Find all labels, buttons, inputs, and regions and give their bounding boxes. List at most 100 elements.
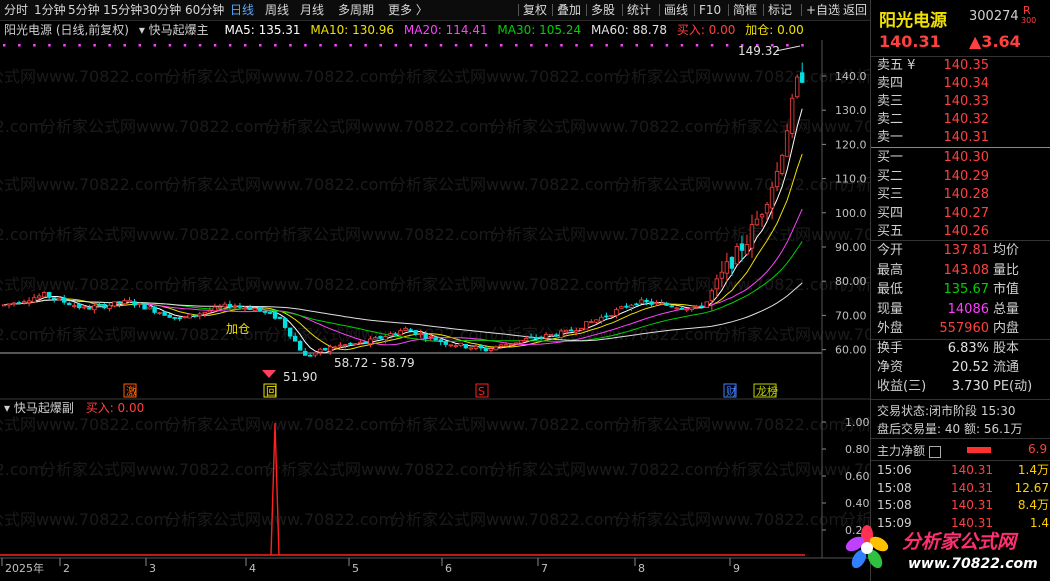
candle-body[interactable] (102, 303, 107, 309)
candle-body[interactable] (468, 347, 474, 350)
candle-body[interactable] (363, 341, 368, 344)
candle-body[interactable] (488, 348, 494, 351)
candle-body[interactable] (443, 340, 448, 345)
candle-body[interactable] (704, 301, 709, 308)
event-badge-long[interactable]: 龙榜 (756, 384, 778, 398)
candle-body[interactable] (378, 336, 383, 339)
candle-body[interactable] (699, 305, 704, 308)
candle-body[interactable] (297, 341, 303, 351)
candle-body[interactable] (107, 304, 112, 310)
candle-body[interactable] (62, 297, 67, 303)
candle-body[interactable] (554, 334, 559, 337)
candle-body[interactable] (508, 343, 514, 346)
candle-body[interactable] (338, 344, 343, 347)
candle-body[interactable] (654, 302, 659, 305)
candle-body[interactable] (282, 318, 288, 328)
candle-body[interactable] (227, 303, 233, 308)
candle-body[interactable] (343, 344, 348, 347)
candle-body[interactable] (689, 307, 694, 310)
candle-body[interactable] (538, 336, 544, 339)
candle-body[interactable] (453, 345, 458, 348)
candle-body[interactable] (242, 307, 248, 310)
candle-body[interactable] (67, 302, 72, 306)
bid-row[interactable]: 买一 140.30 (877, 149, 1047, 167)
candle-body[interactable] (122, 300, 127, 305)
candle-body[interactable] (97, 304, 102, 306)
candle-body[interactable] (784, 130, 790, 157)
candle-body[interactable] (518, 339, 524, 344)
candle-body[interactable] (498, 344, 504, 347)
candle-body[interactable] (709, 290, 715, 301)
candle-body[interactable] (599, 316, 604, 322)
candle-body[interactable] (669, 305, 674, 308)
candle-body[interactable] (31, 297, 37, 303)
bid-row[interactable]: 买五 140.26 (877, 223, 1047, 241)
candle-body[interactable] (634, 303, 639, 306)
candle-body[interactable] (463, 344, 469, 349)
table-icon[interactable] (928, 445, 941, 458)
candle-body[interactable] (574, 330, 579, 333)
candle-body[interactable] (644, 300, 649, 303)
candle-body[interactable] (132, 301, 137, 306)
candle-body[interactable] (543, 334, 549, 339)
candle-body[interactable] (659, 302, 664, 305)
candle-body[interactable] (328, 346, 333, 352)
ask-row[interactable]: 卖四 140.34 (877, 75, 1047, 93)
candle-body[interactable] (754, 218, 760, 226)
candle-body[interactable] (744, 244, 750, 255)
ask-row[interactable]: 卖三 140.33 (877, 93, 1047, 111)
candle-body[interactable] (604, 315, 609, 318)
candle-body[interactable] (192, 314, 197, 317)
candle-body[interactable] (6, 303, 12, 306)
candle-body[interactable] (533, 337, 539, 340)
candle-body[interactable] (614, 309, 619, 316)
candle-body[interactable] (428, 336, 433, 338)
ask-row[interactable]: 卖二 140.32 (877, 111, 1047, 129)
candle-body[interactable] (408, 329, 413, 332)
candle-body[interactable] (167, 314, 172, 318)
candle-body[interactable] (272, 311, 278, 319)
candle-body[interactable] (729, 256, 735, 269)
candle-body[interactable] (222, 303, 228, 308)
candle-body[interactable] (36, 295, 42, 299)
candle-body[interactable] (41, 292, 47, 298)
candle-body[interactable] (403, 327, 408, 331)
candle-body[interactable] (212, 306, 218, 312)
candle-body[interactable] (302, 350, 308, 356)
candle-body[interactable] (117, 301, 122, 304)
candle-body[interactable] (1, 304, 7, 307)
candle-body[interactable] (679, 307, 684, 310)
event-badge-s[interactable]: S (478, 385, 485, 398)
candle-body[interactable] (172, 317, 177, 319)
candle-body[interactable] (247, 306, 253, 310)
candle-body[interactable] (197, 313, 202, 317)
candle-body[interactable] (629, 304, 634, 308)
candle-body[interactable] (759, 214, 765, 218)
candle-body[interactable] (478, 344, 484, 349)
candle-body[interactable] (398, 330, 403, 336)
event-badge-hui[interactable]: 回 (266, 385, 277, 398)
candle-body[interactable] (157, 312, 162, 315)
candle-body[interactable] (418, 332, 423, 336)
candle-body[interactable] (323, 347, 328, 351)
candle-body[interactable] (162, 311, 167, 316)
candle-body[interactable] (559, 330, 564, 338)
candle-body[interactable] (564, 329, 569, 333)
candle-body[interactable] (127, 299, 132, 303)
candle-body[interactable] (503, 344, 509, 347)
candle-body[interactable] (252, 308, 258, 311)
bid-row[interactable]: 买二 140.29 (877, 168, 1047, 186)
candle-body[interactable] (724, 261, 730, 274)
candle-body[interactable] (513, 342, 519, 345)
candle-body[interactable] (207, 310, 213, 313)
candle-body[interactable] (46, 292, 52, 298)
candle-body[interactable] (368, 338, 373, 345)
candle-body[interactable] (187, 313, 192, 319)
candle-body[interactable] (292, 335, 298, 342)
ask-row[interactable]: 卖五 ¥ 140.35 (877, 57, 1047, 75)
kline-chart[interactable]: 分析家公式网www.70822.com分析家公式网www.70822.com分析… (0, 0, 870, 581)
candle-body[interactable] (779, 154, 785, 174)
candle-body[interactable] (257, 306, 263, 311)
candle-body[interactable] (72, 305, 77, 307)
candle-body[interactable] (57, 297, 62, 301)
